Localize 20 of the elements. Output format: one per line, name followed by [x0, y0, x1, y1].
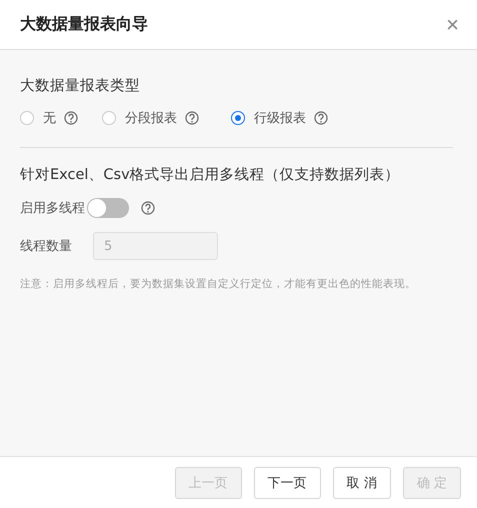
radio-button[interactable]: [102, 111, 116, 125]
help-icon[interactable]: [185, 111, 199, 125]
section-heading: 大数据量报表类型: [20, 77, 141, 95]
help-icon[interactable]: [314, 111, 328, 125]
field-label: 线程数量: [20, 238, 73, 255]
dialog-button[interactable]: 下一页: [254, 466, 321, 498]
radio-button[interactable]: [231, 111, 245, 125]
section-heading: 针对Excel、Csv格式导出启用多线程（仅支持数据列表）: [20, 166, 401, 184]
dialog-button[interactable]: 取 消: [332, 466, 391, 498]
help-icon[interactable]: [64, 111, 78, 125]
radio-button[interactable]: [20, 111, 34, 125]
toggle-label: 启用多线程: [20, 200, 85, 217]
note-text: 注意：启用多线程后，要为数据集设置自定义行定位，才能有更出色的性能表现。: [20, 277, 417, 291]
close-button[interactable]: ×: [446, 14, 459, 36]
toggle-switch[interactable]: [87, 198, 129, 218]
dialog-title: 大数据量报表向导: [20, 14, 148, 35]
radio-label[interactable]: 无: [43, 109, 56, 127]
help-icon[interactable]: [141, 201, 155, 215]
radio-label[interactable]: 分段报表: [125, 109, 177, 127]
radio-label[interactable]: 行级报表: [254, 109, 306, 127]
